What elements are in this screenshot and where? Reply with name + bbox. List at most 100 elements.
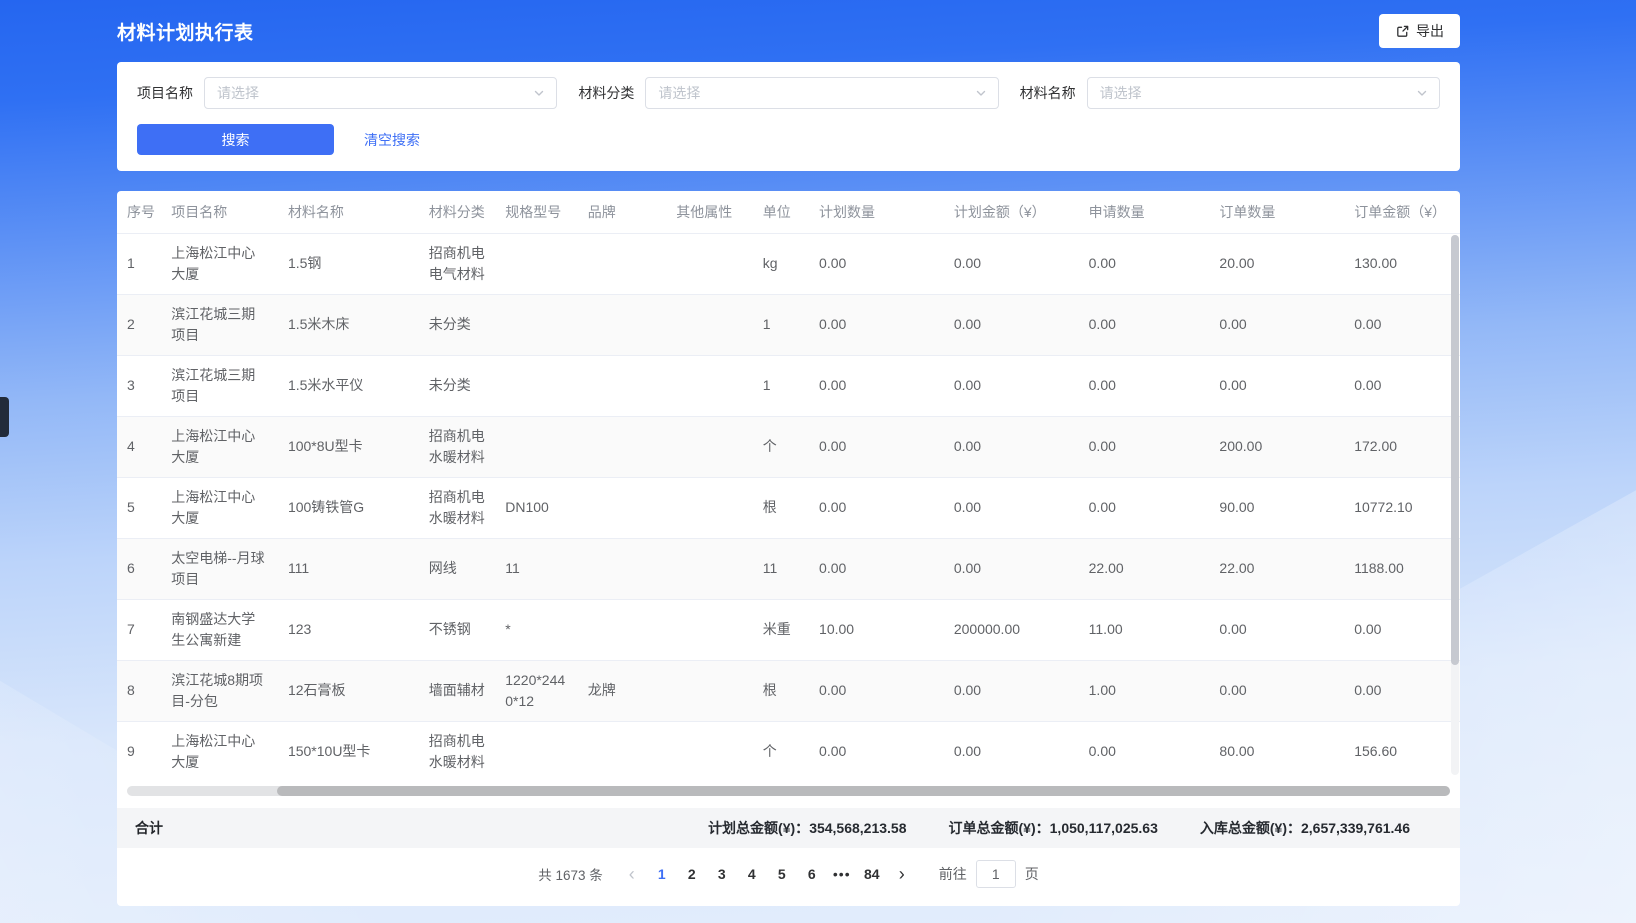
table-cell: 22.00: [1079, 538, 1210, 599]
table-cell: 0.00: [1344, 660, 1460, 721]
material-name-select-input[interactable]: [1098, 84, 1415, 102]
material-plan-table: 序号 项目名称 材料名称 材料分类 规格型号 品牌 其他属性 单位 计划数量 计…: [117, 191, 1460, 782]
goto-page-input[interactable]: [976, 860, 1016, 888]
project-name-select[interactable]: [204, 77, 557, 109]
pagination-page-3[interactable]: 3: [707, 859, 737, 889]
table-cell: 0.00: [944, 538, 1079, 599]
table-header-row: 序号 项目名称 材料名称 材料分类 规格型号 品牌 其他属性 单位 计划数量 计…: [117, 191, 1460, 233]
pagination-page-4[interactable]: 4: [737, 859, 767, 889]
table-cell: [666, 721, 753, 782]
project-name-select-input[interactable]: [215, 84, 532, 102]
table-cell: 0.00: [944, 477, 1079, 538]
pagination-page-1[interactable]: 1: [647, 859, 677, 889]
pagination-page-5[interactable]: 5: [767, 859, 797, 889]
table-cell: 111: [278, 538, 419, 599]
export-button[interactable]: 导出: [1379, 14, 1460, 48]
table-cell: 上海松江中心大厦: [161, 721, 278, 782]
table-cell: [495, 416, 577, 477]
table-cell: 0.00: [809, 538, 944, 599]
vertical-scrollbar-thumb[interactable]: [1451, 235, 1459, 665]
table-cell: [666, 416, 753, 477]
table-cell: 90.00: [1209, 477, 1344, 538]
column-header: 规格型号: [495, 191, 577, 233]
vertical-scrollbar[interactable]: [1451, 235, 1459, 775]
table-cell: 0.00: [809, 416, 944, 477]
table-cell: 200.00: [1209, 416, 1344, 477]
table-cell: 0.00: [1344, 599, 1460, 660]
table-cell: [666, 233, 753, 294]
table-cell: 上海松江中心大厦: [161, 416, 278, 477]
table-row[interactable]: 8滨江花城8期项目-分包12石膏板墙面辅材1220*2440*12龙牌根0.00…: [117, 660, 1460, 721]
table-cell: 0.00: [1209, 294, 1344, 355]
table-row[interactable]: 3滨江花城三期项目1.5米水平仪未分类10.000.000.000.000.00: [117, 355, 1460, 416]
table-row[interactable]: 9上海松江中心大厦150*10U型卡招商机电水暖材料个0.000.000.008…: [117, 721, 1460, 782]
table-cell: 0.00: [809, 660, 944, 721]
table-cell: 0.00: [1209, 660, 1344, 721]
table-row[interactable]: 4上海松江中心大厦100*8U型卡招商机电水暖材料个0.000.000.0020…: [117, 416, 1460, 477]
table-cell: 0.00: [809, 355, 944, 416]
pagination-ellipsis-icon[interactable]: •••: [827, 859, 857, 889]
table-cell: 0.00: [1209, 355, 1344, 416]
table-row[interactable]: 7南钢盛达大学生公寓新建123不锈钢*米重10.00200000.0011.00…: [117, 599, 1460, 660]
horizontal-scrollbar[interactable]: [127, 786, 1450, 796]
search-button[interactable]: 搜索: [137, 124, 334, 155]
table-cell: 3: [117, 355, 161, 416]
material-category-select-input[interactable]: [656, 84, 973, 102]
pagination-page-6[interactable]: 6: [797, 859, 827, 889]
table-cell: [578, 233, 667, 294]
column-header: 项目名称: [161, 191, 278, 233]
table-row[interactable]: 1上海松江中心大厦1.5钢招商机电电气材料kg0.000.000.0020.00…: [117, 233, 1460, 294]
table-body: 1上海松江中心大厦1.5钢招商机电电气材料kg0.000.000.0020.00…: [117, 233, 1460, 782]
table-row[interactable]: 5上海松江中心大厦100铸铁管G招商机电水暖材料DN100根0.000.000.…: [117, 477, 1460, 538]
column-header: 订单数量: [1209, 191, 1344, 233]
table-cell: [578, 416, 667, 477]
pagination-page-84[interactable]: 84: [857, 859, 887, 889]
table-cell: 130.00: [1344, 233, 1460, 294]
table-cell: 0.00: [1079, 721, 1210, 782]
table-cell: 0.00: [944, 416, 1079, 477]
export-button-label: 导出: [1416, 21, 1444, 41]
column-header: 材料分类: [419, 191, 495, 233]
side-drawer-handle[interactable]: [0, 397, 9, 437]
table-cell: 12石膏板: [278, 660, 419, 721]
table-row[interactable]: 2滨江花城三期项目1.5米木床未分类10.000.000.000.000.00: [117, 294, 1460, 355]
table-cell: 0.00: [1209, 599, 1344, 660]
filter-group-project: 项目名称: [137, 77, 557, 109]
table-cell: 123: [278, 599, 419, 660]
filter-panel: 项目名称 材料分类: [117, 62, 1460, 171]
material-category-select[interactable]: [645, 77, 998, 109]
clear-search-button[interactable]: 清空搜索: [358, 129, 426, 151]
table-cell: 墙面辅材: [419, 660, 495, 721]
table-row[interactable]: 6太空电梯--月球项目111网线11110.000.0022.0022.0011…: [117, 538, 1460, 599]
chevron-down-icon: [1415, 86, 1429, 100]
table-cell: [666, 355, 753, 416]
material-name-select[interactable]: [1087, 77, 1440, 109]
table-cell: 0.00: [1344, 294, 1460, 355]
table-cell: 1220*2440*12: [495, 660, 577, 721]
table-cell: 根: [753, 477, 809, 538]
pagination-page-2[interactable]: 2: [677, 859, 707, 889]
table-cell: kg: [753, 233, 809, 294]
table-cell: 100铸铁管G: [278, 477, 419, 538]
table-cell: 0.00: [944, 721, 1079, 782]
pagination-prev-icon[interactable]: ‹: [617, 859, 647, 889]
horizontal-scrollbar-thumb[interactable]: [277, 786, 1450, 796]
table-cell: 个: [753, 416, 809, 477]
column-header: 申请数量: [1079, 191, 1210, 233]
goto-label: 前往: [939, 864, 967, 884]
pagination-next-icon[interactable]: ›: [887, 859, 917, 889]
table-cell: [495, 355, 577, 416]
table-cell: 南钢盛达大学生公寓新建: [161, 599, 278, 660]
pagination: 共 1673 条 ‹ 123456•••84 › 前往 页: [117, 848, 1460, 900]
table-cell: 6: [117, 538, 161, 599]
table-cell: [495, 294, 577, 355]
table-cell: 1: [753, 355, 809, 416]
pagination-goto: 前往 页: [939, 860, 1039, 888]
table-cell: 米重: [753, 599, 809, 660]
summary-row: 合计 计划总金额(¥)：354,568,213.58 订单总金额(¥)：1,05…: [117, 808, 1460, 848]
table-cell: 0.00: [944, 294, 1079, 355]
table-cell: 网线: [419, 538, 495, 599]
table-cell: [666, 477, 753, 538]
pagination-total: 共 1673 条: [538, 864, 603, 884]
table-cell: 5: [117, 477, 161, 538]
